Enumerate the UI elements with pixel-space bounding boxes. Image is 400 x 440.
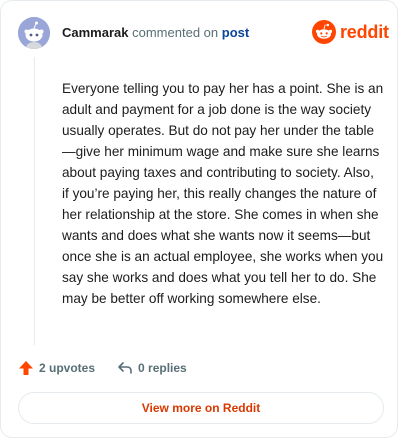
reddit-wordmark: reddit [340, 22, 389, 42]
view-more-button[interactable]: View more on Reddit [18, 392, 384, 424]
author-name[interactable]: Cammarak [62, 25, 129, 40]
reddit-snoo-icon [312, 20, 336, 44]
reddit-comment-card: Cammarak commented on post reddit Everyo… [0, 0, 398, 438]
upvote-count: 2 upvotes [39, 361, 96, 375]
reply-button[interactable]: 0 replies [117, 360, 187, 376]
post-link[interactable]: post [222, 25, 249, 40]
thread-line [34, 57, 35, 345]
reply-count: 0 replies [138, 361, 187, 375]
reply-arrow-icon [118, 362, 132, 374]
action-text: commented on [132, 25, 219, 40]
upvote-arrow-icon [19, 361, 33, 375]
avatar[interactable] [18, 17, 50, 49]
comment-actions: 2 upvotes 0 replies [18, 358, 187, 378]
upvote-button[interactable]: 2 upvotes [18, 360, 95, 376]
comment-header: Cammarak commented on post [62, 25, 249, 41]
comment-body: Everyone telling you to pay her has a po… [62, 81, 384, 306]
snoo-avatar-icon [18, 17, 50, 49]
reddit-logo[interactable]: reddit [312, 20, 389, 44]
